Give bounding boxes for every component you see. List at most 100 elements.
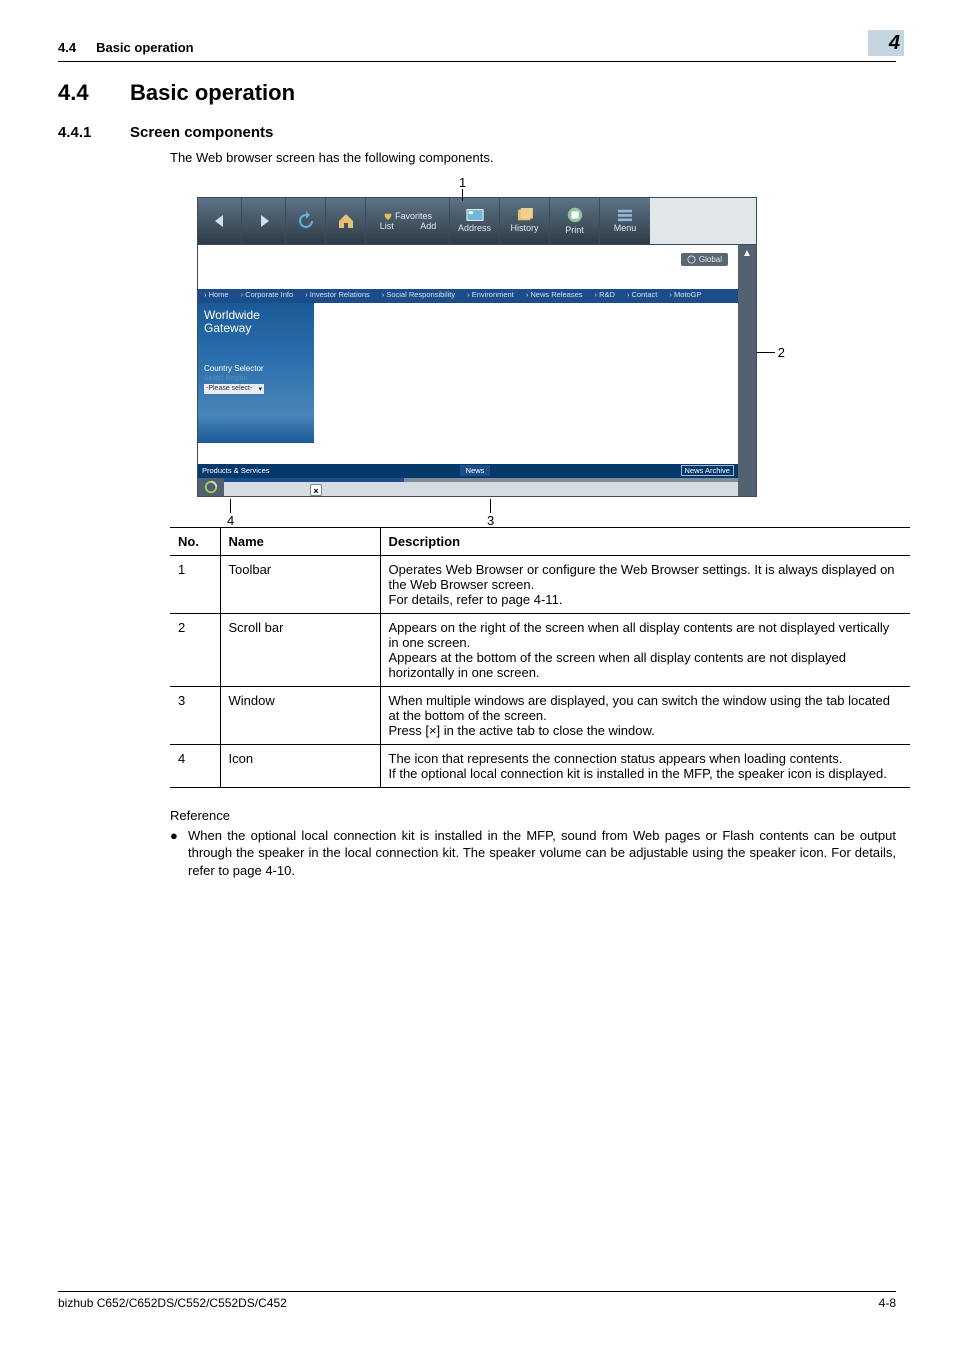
country-selector-label: Country Selector <box>204 364 308 373</box>
print-label: Print <box>565 225 584 235</box>
callout-1: 1 <box>459 175 466 190</box>
callout-2: 2 <box>778 345 785 360</box>
cell-name: Scroll bar <box>220 613 380 686</box>
nav-news-releases[interactable]: › News Releases <box>520 289 589 303</box>
wwg-line1: Worldwide <box>204 309 308 323</box>
callout-3: 3 <box>487 513 494 528</box>
inactive-tab-area <box>404 478 738 496</box>
nav-rd[interactable]: › R&D <box>589 289 621 303</box>
reload-button[interactable] <box>286 198 326 244</box>
address-label: Address <box>458 223 491 233</box>
products-bar: Products & Services News News Archive <box>198 464 738 478</box>
footer-page-number: 4-8 <box>879 1296 896 1310</box>
history-button[interactable]: History <box>500 198 550 244</box>
header-rule <box>58 61 896 62</box>
browser-toolbar: Favorites List Add Address History Print… <box>197 197 757 245</box>
reference-text: When the optional local connection kit i… <box>188 827 896 880</box>
callout-line <box>490 499 491 513</box>
favorites-panel[interactable]: Favorites List Add <box>366 198 450 244</box>
running-header: 4.4 Basic operation <box>58 40 896 55</box>
global-label: Global <box>699 255 722 264</box>
news-archive-button[interactable]: News Archive <box>681 465 734 476</box>
arrow-left-icon <box>200 211 240 231</box>
cell-no: 2 <box>170 613 220 686</box>
print-button[interactable]: Print <box>550 198 600 244</box>
forward-button[interactable] <box>242 198 286 244</box>
section-heading-number: 4.4 <box>58 80 130 106</box>
wwg-line2: Gateway <box>204 322 308 336</box>
address-icon <box>466 208 484 222</box>
nav-social-responsibility[interactable]: › Social Responsibility <box>376 289 461 303</box>
subsection-heading-title: Screen components <box>130 124 273 141</box>
th-name: Name <box>220 527 380 555</box>
connection-status-icon <box>198 478 224 496</box>
callout-4: 4 <box>227 513 234 528</box>
home-icon <box>336 211 356 231</box>
print-icon <box>566 206 584 224</box>
chapter-tab: 4 <box>868 30 904 56</box>
worldwide-gateway-panel: Worldwide Gateway Country Selector Selec… <box>198 303 314 443</box>
footer-model: bizhub C652/C652DS/C552/C552DS/C452 <box>58 1296 287 1310</box>
menu-label: Menu <box>614 223 637 233</box>
region-dropdown-value: -Please select- <box>206 385 252 393</box>
cell-no: 4 <box>170 744 220 787</box>
favorites-list-button[interactable]: List <box>366 221 408 231</box>
cell-desc: Appears on the right of the screen when … <box>380 613 910 686</box>
heart-icon <box>383 211 393 221</box>
history-label: History <box>510 223 538 233</box>
address-button[interactable]: Address <box>450 198 500 244</box>
cell-name: Icon <box>220 744 380 787</box>
window-tab-strip: × <box>198 478 738 496</box>
cell-no: 1 <box>170 555 220 613</box>
components-table: No. Name Description 1 Toolbar Operates … <box>170 527 910 788</box>
nav-investor-relations[interactable]: › Investor Relations <box>299 289 376 303</box>
subsection-heading-number: 4.4.1 <box>58 124 130 141</box>
reload-icon <box>296 211 316 231</box>
active-window-tab[interactable]: × <box>224 478 404 496</box>
nav-home[interactable]: › Home <box>198 289 235 303</box>
global-dropdown[interactable]: Global <box>681 253 728 266</box>
intro-paragraph: The Web browser screen has the following… <box>170 149 896 167</box>
callout-line <box>230 499 231 513</box>
section-heading-title: Basic operation <box>130 80 295 106</box>
scrollbar-corner <box>738 478 756 496</box>
section-heading: 4.4 Basic operation <box>58 80 896 106</box>
vertical-scrollbar[interactable]: ▲ ▼ <box>738 245 756 496</box>
products-services-label: Products & Services <box>202 466 270 475</box>
bullet-dot-icon: ● <box>170 827 188 880</box>
page-footer: bizhub C652/C652DS/C552/C552DS/C452 4-8 <box>58 1291 896 1310</box>
history-icon <box>516 208 534 222</box>
reference-bullet: ● When the optional local connection kit… <box>170 827 896 880</box>
chevron-down-icon: ▾ <box>258 385 262 393</box>
nav-environment[interactable]: › Environment <box>461 289 520 303</box>
globe-icon <box>687 255 696 264</box>
th-no: No. <box>170 527 220 555</box>
header-section-title: Basic operation <box>96 40 194 55</box>
cell-name: Window <box>220 686 380 744</box>
nav-corporate-info[interactable]: › Corporate Info <box>235 289 300 303</box>
region-dropdown[interactable]: -Please select- ▾ <box>204 384 264 394</box>
arrow-right-icon <box>254 211 274 231</box>
favorites-add-button[interactable]: Add <box>408 221 450 231</box>
reference-heading: Reference <box>170 808 896 823</box>
nav-motogp[interactable]: › MotoGP <box>663 289 707 303</box>
news-label: News <box>460 465 491 476</box>
site-navbar[interactable]: › Home › Corporate Info › Investor Relat… <box>198 289 738 303</box>
cell-desc: Operates Web Browser or configure the We… <box>380 555 910 613</box>
cell-no: 3 <box>170 686 220 744</box>
tab-close-button[interactable]: × <box>310 484 322 496</box>
cell-name: Toolbar <box>220 555 380 613</box>
table-row: 3 Window When multiple windows are displ… <box>170 686 910 744</box>
table-row: 2 Scroll bar Appears on the right of the… <box>170 613 910 686</box>
cell-desc: The icon that represents the connection … <box>380 744 910 787</box>
table-row: 4 Icon The icon that represents the conn… <box>170 744 910 787</box>
nav-contact[interactable]: › Contact <box>621 289 663 303</box>
favorites-label: Favorites <box>395 211 432 221</box>
back-button[interactable] <box>198 198 242 244</box>
menu-button[interactable]: Menu <box>600 198 650 244</box>
home-button[interactable] <box>326 198 366 244</box>
browser-viewport: Global › Home › Corporate Info › Investo… <box>197 245 757 497</box>
menu-icon <box>616 208 634 222</box>
callout-line <box>462 189 463 201</box>
scroll-up-arrow-icon[interactable]: ▲ <box>738 245 756 263</box>
